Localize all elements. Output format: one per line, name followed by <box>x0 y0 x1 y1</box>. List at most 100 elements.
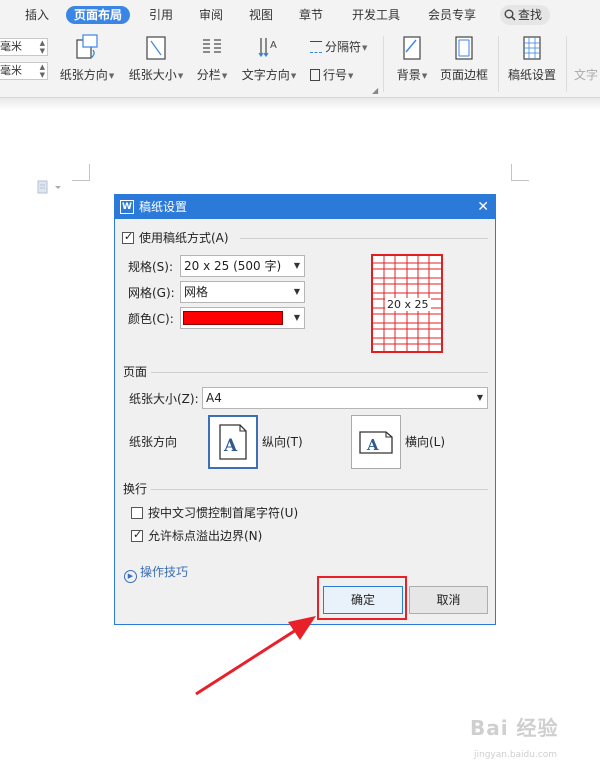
chevron-down-icon: ▼ <box>221 72 228 80</box>
chevron-down-icon: ▼ <box>348 72 354 80</box>
punct-overflow-label: 允许标点溢出边界(N) <box>148 529 263 543</box>
svg-text:A: A <box>270 40 277 51</box>
preview-label: 20 x 25 <box>385 298 431 311</box>
menu-review[interactable]: 审阅 <box>196 6 226 24</box>
tips-link[interactable]: ▶ 操作技巧 <box>124 563 188 583</box>
wrap-section-title: 换行 <box>123 482 148 496</box>
cancel-button[interactable]: 取消 <box>409 586 488 614</box>
group-expand-icon[interactable]: ◢ <box>372 86 378 95</box>
menu-view[interactable]: 视图 <box>246 6 276 24</box>
columns-icon <box>203 39 221 53</box>
grid-label: 网格(G): <box>128 286 175 300</box>
spec-select[interactable]: 20 x 25 (500 字) ▼ <box>180 255 305 277</box>
separator-button[interactable]: 分隔符▼ <box>310 38 367 55</box>
landscape-option[interactable]: A <box>351 415 401 469</box>
section-divider <box>151 372 488 373</box>
margin-top-unit: 毫米 <box>0 40 22 53</box>
grid-value: 网格 <box>184 285 209 299</box>
text-direction-label: 文字方向 <box>241 68 290 82</box>
crop-mark <box>511 164 512 181</box>
menu-page-layout[interactable]: 页面布局 <box>66 6 131 24</box>
close-button[interactable]: ✕ <box>477 198 489 216</box>
line-number-button[interactable]: 行号▼ <box>310 66 353 83</box>
page-border-button[interactable]: 页面边框 <box>437 32 491 83</box>
orientation-button[interactable]: 纸张方向▼ <box>58 32 116 83</box>
paper-size-select[interactable]: A4 ▼ <box>202 387 488 409</box>
dialog-title: 稿纸设置 <box>139 200 188 214</box>
chevron-down-icon: ▼ <box>476 393 483 402</box>
columns-button[interactable]: 分栏▼ <box>194 32 230 83</box>
text-effect-button[interactable]: 文字 <box>574 32 600 83</box>
paper-size-label: 纸张大小(Z): <box>129 392 199 406</box>
columns-label: 分栏 <box>196 68 221 82</box>
chevron-down-icon: ▼ <box>177 72 184 80</box>
toolbar-divider <box>498 36 499 92</box>
orientation-label: 纸张方向 <box>59 68 108 82</box>
menu-references[interactable]: 引用 <box>146 6 176 24</box>
toolbar-shadow <box>0 98 600 110</box>
chevron-down-icon: ▼ <box>293 313 300 322</box>
chevron-down-icon: ▼ <box>293 287 300 296</box>
paper-size-label: 纸张大小 <box>128 68 177 82</box>
margin-bottom-spinner[interactable]: 毫米 ▲ ▼ <box>0 62 48 80</box>
page-border-icon <box>455 36 473 60</box>
svg-text:A: A <box>366 436 379 454</box>
menu-chapter[interactable]: 章节 <box>296 6 326 24</box>
color-select[interactable]: ▼ <box>180 307 305 329</box>
grid-select[interactable]: 网格 ▼ <box>180 281 305 303</box>
chevron-down-icon: ▼ <box>421 72 428 80</box>
paper-size-value: A4 <box>206 391 222 405</box>
page-orientation-icon <box>76 34 98 59</box>
text-direction-icon: A <box>258 38 277 58</box>
background-button[interactable]: 背景▼ <box>392 32 432 83</box>
search-button[interactable]: 查找 <box>500 5 550 25</box>
manuscript-setup-label: 稿纸设置 <box>507 68 556 82</box>
crop-mark <box>511 180 529 181</box>
toolbar-divider <box>566 36 567 92</box>
portrait-label[interactable]: 纵向(T) <box>262 434 303 450</box>
landscape-page-icon: A <box>359 431 393 454</box>
menu-developer[interactable]: 开发工具 <box>350 6 402 24</box>
text-effect-icon <box>574 32 600 62</box>
spinner-arrows-icon: ▲ ▼ <box>39 63 45 79</box>
svg-text:A: A <box>223 436 238 456</box>
menu-member[interactable]: 会员专享 <box>426 6 478 24</box>
line-number-label: 行号 <box>323 68 348 82</box>
ribbon-toolbar: 毫米 ▲ ▼ 毫米 ▲ ▼ 纸张方向▼ 纸张大小▼ 分栏▼ A 文字方向▼ 分隔符▼ 行… <box>0 30 600 98</box>
punct-overflow-checkbox[interactable]: ✓ <box>131 528 143 542</box>
crop-mark <box>72 180 90 181</box>
chevron-down-icon: ▼ <box>108 72 115 80</box>
chinese-rule-checkbox[interactable] <box>131 507 143 519</box>
use-manuscript-checkbox[interactable]: ✓ <box>122 230 134 244</box>
separator-label: 分隔符 <box>325 40 362 54</box>
ok-button-highlight <box>317 576 407 620</box>
background-icon <box>403 36 421 60</box>
crop-mark <box>89 164 90 181</box>
wps-logo-icon: W <box>120 200 134 214</box>
manuscript-preview: 20 x 25 <box>371 254 443 353</box>
color-label: 颜色(C): <box>128 312 174 326</box>
landscape-label[interactable]: 横向(L) <box>405 434 445 450</box>
page-section-title: 页面 <box>123 365 148 379</box>
paper-size-button[interactable]: 纸张大小▼ <box>127 32 185 83</box>
toolbar-divider <box>383 36 384 92</box>
manuscript-grid-icon <box>523 36 541 60</box>
portrait-page-icon: A <box>219 424 247 460</box>
portrait-option[interactable]: A <box>208 415 258 469</box>
margin-bottom-unit: 毫米 <box>0 64 22 77</box>
ribbon-menu-bar: 插入 页面布局 引用 审阅 视图 章节 开发工具 会员专享 查找 <box>0 0 600 30</box>
margin-top-spinner[interactable]: 毫米 ▲ ▼ <box>0 38 48 56</box>
use-manuscript-label: 使用稿纸方式(A) <box>139 231 229 245</box>
background-label: 背景 <box>396 68 421 82</box>
menu-insert[interactable]: 插入 <box>22 6 52 24</box>
manuscript-setup-button[interactable]: 稿纸设置 <box>505 32 559 83</box>
page-border-label: 页面边框 <box>439 68 488 82</box>
separator-icon <box>310 41 322 53</box>
tips-label: 操作技巧 <box>140 565 189 579</box>
spec-value: 20 x 25 (500 字) <box>184 259 282 273</box>
paragraph-handle-icon[interactable] <box>36 180 62 197</box>
text-direction-button[interactable]: A 文字方向▼ <box>240 32 298 83</box>
dialog-titlebar[interactable]: W 稿纸设置 ✕ <box>115 195 495 219</box>
play-icon: ▶ <box>124 570 137 583</box>
orientation-label: 纸张方向 <box>129 435 178 449</box>
